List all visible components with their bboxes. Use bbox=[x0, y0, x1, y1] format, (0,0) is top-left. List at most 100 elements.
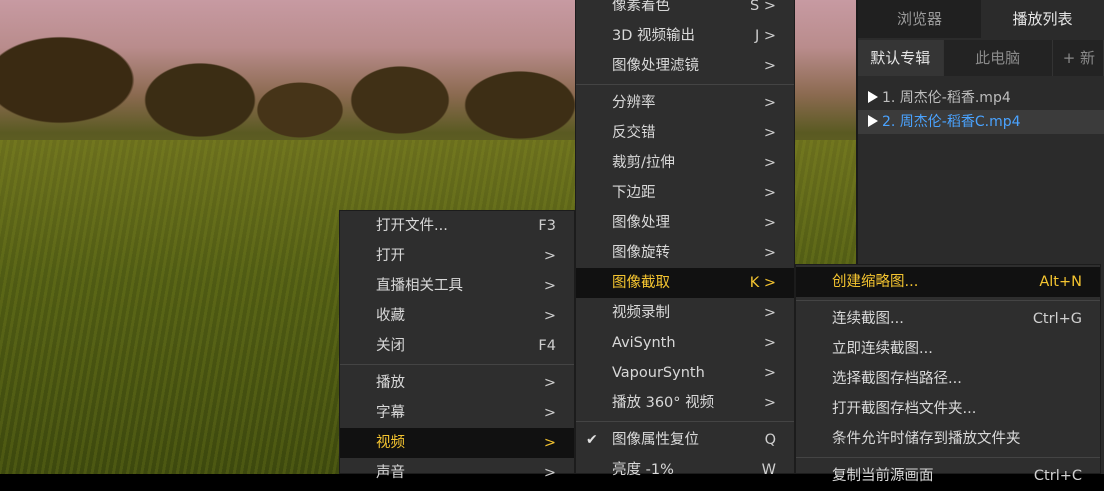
menu-item[interactable]: 直播相关工具 > bbox=[340, 271, 574, 301]
menu-separator bbox=[796, 457, 1100, 458]
menu-item-shortcut: S > bbox=[750, 0, 776, 14]
menu-item[interactable]: 收藏 > bbox=[340, 301, 574, 331]
menu-item-shortcut: Ctrl+C bbox=[1033, 468, 1082, 484]
menu-item[interactable]: 选择截图存档路径... bbox=[796, 364, 1100, 394]
menu-item-shortcut: > bbox=[543, 405, 556, 421]
menu-item[interactable]: 字幕 > bbox=[340, 398, 574, 428]
playlist-item-label: 1. 周杰伦-稻香.mp4 bbox=[882, 90, 1011, 106]
menu-item-shortcut: W bbox=[761, 462, 776, 478]
menu-item-shortcut: > bbox=[763, 305, 776, 321]
menu-item-label: 播放 bbox=[376, 375, 405, 391]
playlist: 1. 周杰伦-稻香.mp4 2. 周杰伦-稻香C.mp4 bbox=[858, 86, 1104, 134]
menu-item[interactable]: 视频 > bbox=[340, 428, 574, 458]
menu-item[interactable]: 打开 > bbox=[340, 241, 574, 271]
menu-item-label: 图像旋转 bbox=[612, 245, 670, 261]
menu-item-label: 打开 bbox=[376, 248, 405, 264]
check-icon: ✔ bbox=[586, 432, 598, 448]
menu-item-shortcut: > bbox=[763, 245, 776, 261]
menu-item-label: AviSynth bbox=[612, 335, 676, 351]
menu-item[interactable]: 条件允许时储存到播放文件夹 bbox=[796, 424, 1100, 454]
menu-separator bbox=[576, 84, 794, 85]
menu-item[interactable]: 裁剪/拉伸 > bbox=[576, 148, 794, 178]
menu-item-shortcut: > bbox=[763, 58, 776, 74]
menu-item-shortcut: > bbox=[543, 248, 556, 264]
menu-item-shortcut: J > bbox=[754, 28, 776, 44]
menu-separator bbox=[796, 300, 1100, 301]
tab-browser[interactable]: 浏览器 bbox=[858, 0, 981, 38]
menu-item[interactable]: AviSynth > bbox=[576, 328, 794, 358]
menu-item-shortcut: > bbox=[543, 435, 556, 451]
menu-item[interactable]: 连续截图... Ctrl+G bbox=[796, 304, 1100, 334]
menu-item[interactable]: 复制当前源画面 Ctrl+C bbox=[796, 461, 1100, 491]
playlist-item-active[interactable]: 2. 周杰伦-稻香C.mp4 bbox=[858, 110, 1104, 134]
menu-item-label: 立即连续截图... bbox=[832, 341, 933, 357]
menu-item-label: 视频录制 bbox=[612, 305, 670, 321]
menu-item[interactable]: VapourSynth > bbox=[576, 358, 794, 388]
play-icon bbox=[868, 115, 878, 127]
menu-item[interactable]: 关闭 F4 bbox=[340, 331, 574, 361]
menu-item[interactable]: 图像处理 > bbox=[576, 208, 794, 238]
menu-item-label: 打开截图存档文件夹... bbox=[832, 401, 977, 417]
context-menu-main: 打开文件... F3 打开 > 直播相关工具 > 收藏 > 关闭 F4 播放 > 字幕 > 视频 > 声音 > bbox=[339, 210, 575, 481]
menu-item[interactable]: 播放 > bbox=[340, 368, 574, 398]
playlist-item-label: 2. 周杰伦-稻香C.mp4 bbox=[882, 114, 1021, 130]
menu-item-shortcut: > bbox=[763, 335, 776, 351]
menu-item-shortcut: F3 bbox=[538, 218, 556, 234]
menu-item[interactable]: 打开截图存档文件夹... bbox=[796, 394, 1100, 424]
menu-item-shortcut: > bbox=[763, 95, 776, 111]
menu-item[interactable]: 下边距 > bbox=[576, 178, 794, 208]
album-tabs: 默认专辑 此电脑 + 新建 bbox=[858, 40, 1104, 76]
menu-separator bbox=[576, 421, 794, 422]
menu-item[interactable]: 打开文件... F3 bbox=[340, 211, 574, 241]
subtab-default-album[interactable]: 默认专辑 bbox=[858, 40, 944, 76]
tab-playlist[interactable]: 播放列表 bbox=[981, 0, 1104, 38]
menu-item[interactable]: 亮度 -1% W bbox=[576, 455, 794, 485]
menu-item[interactable]: 分辨率 > bbox=[576, 88, 794, 118]
menu-item-label: 图像属性复位 bbox=[612, 432, 699, 448]
menu-item-shortcut: Alt+N bbox=[1039, 274, 1082, 290]
menu-item[interactable]: 播放 360° 视频 > bbox=[576, 388, 794, 418]
play-icon bbox=[868, 91, 878, 103]
menu-item-shortcut: > bbox=[763, 125, 776, 141]
menu-item[interactable]: 图像处理滤镜 > bbox=[576, 51, 794, 81]
menu-item-shortcut: > bbox=[543, 375, 556, 391]
menu-item[interactable]: 创建缩略图... Alt+N bbox=[796, 267, 1100, 297]
menu-item-shortcut: > bbox=[763, 155, 776, 171]
menu-item-label: 直播相关工具 bbox=[376, 278, 463, 294]
menu-item-label: 视频 bbox=[376, 435, 405, 451]
context-menu-capture: 创建缩略图... Alt+N 连续截图... Ctrl+G 立即连续截图... 选择截图存… bbox=[795, 264, 1101, 484]
playlist-item[interactable]: 1. 周杰伦-稻香.mp4 bbox=[858, 86, 1104, 110]
panel-tabs: 浏览器 播放列表 bbox=[858, 0, 1104, 38]
menu-item-label: 3D 视频输出 bbox=[612, 28, 695, 44]
menu-item[interactable]: 像素着色 S > bbox=[576, 0, 794, 21]
menu-item[interactable]: ✔ 图像属性复位 Q bbox=[576, 425, 794, 455]
menu-item-label: 复制当前源画面 bbox=[832, 468, 934, 484]
menu-item-shortcut: F4 bbox=[538, 338, 556, 354]
menu-item-shortcut: > bbox=[543, 308, 556, 324]
menu-item-label: 选择截图存档路径... bbox=[832, 371, 962, 387]
menu-item[interactable]: 图像截取 K > bbox=[576, 268, 794, 298]
menu-item-label: 声音 bbox=[376, 465, 405, 481]
menu-item-label: 裁剪/拉伸 bbox=[612, 155, 675, 171]
menu-item-label: 图像处理滤镜 bbox=[612, 58, 699, 74]
menu-item[interactable]: 3D 视频输出 J > bbox=[576, 21, 794, 51]
menu-item-label: 亮度 -1% bbox=[612, 462, 674, 478]
menu-item-label: 关闭 bbox=[376, 338, 405, 354]
menu-item-shortcut: > bbox=[763, 185, 776, 201]
menu-item-label: 图像处理 bbox=[612, 215, 670, 231]
menu-item[interactable]: 立即连续截图... bbox=[796, 334, 1100, 364]
menu-item-label: 图像截取 bbox=[612, 275, 670, 291]
menu-item[interactable]: 视频录制 > bbox=[576, 298, 794, 328]
menu-item-shortcut: > bbox=[763, 365, 776, 381]
menu-item[interactable]: 反交错 > bbox=[576, 118, 794, 148]
menu-item-label: 反交错 bbox=[612, 125, 656, 141]
menu-item-shortcut: Ctrl+G bbox=[1032, 311, 1082, 327]
menu-item-shortcut: > bbox=[543, 278, 556, 294]
subtab-this-pc[interactable]: 此电脑 bbox=[943, 40, 1053, 76]
menu-item[interactable]: 声音 > bbox=[340, 458, 574, 488]
menu-item-label: 像素着色 bbox=[612, 0, 670, 14]
menu-item[interactable]: 图像旋转 > bbox=[576, 238, 794, 268]
subtab-new[interactable]: + 新建 bbox=[1052, 40, 1104, 76]
menu-item-label: 收藏 bbox=[376, 308, 405, 324]
menu-item-shortcut: > bbox=[763, 215, 776, 231]
